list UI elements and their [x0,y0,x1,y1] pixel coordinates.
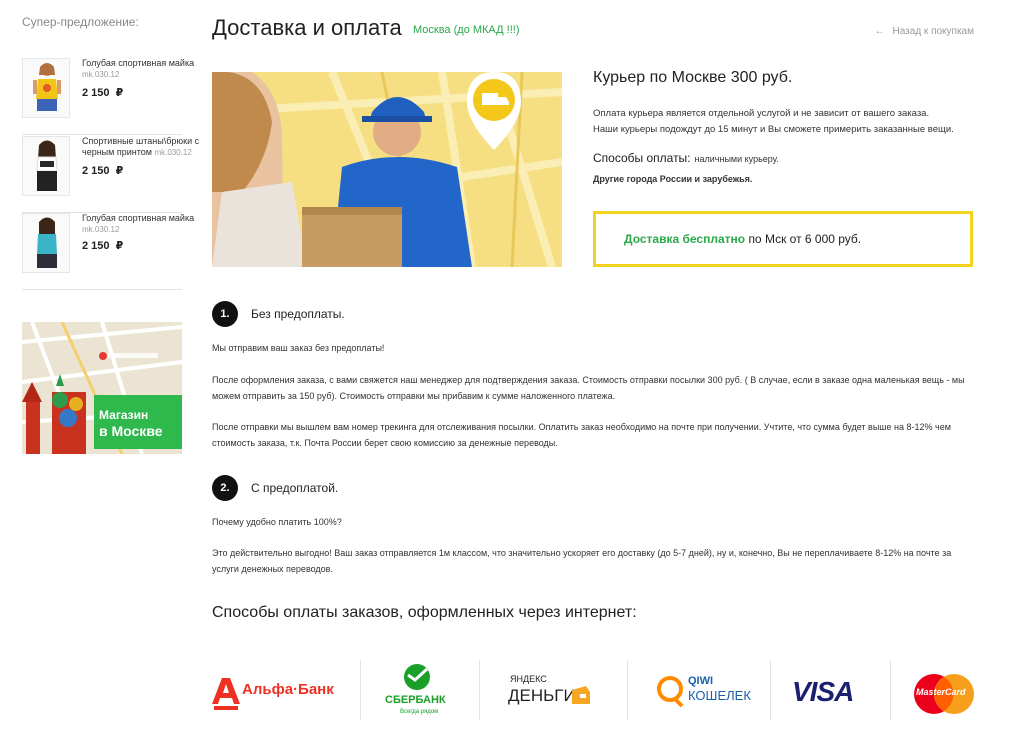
logo-divider [479,660,480,720]
step-title: С предоплатой. [251,481,339,495]
other-cities-note: Другие города России и зарубежья. [593,174,753,184]
store-map-banner[interactable]: Магазин в Москве [22,322,182,454]
step-2-paragraph: Почему удобно платить 100%? [212,517,342,527]
visa-name: VISA [792,676,854,707]
payment-systems-title: Способы оплаты заказов, оформленных чере… [212,604,637,621]
banner-text: Магазин в Москве [99,407,163,440]
sberbank-logo: СБЕРБАНК Всегда рядом [382,658,452,722]
logo-divider [360,660,361,720]
courier-desc-line-1: Оплата курьера является отдельной услуго… [593,108,930,119]
logo-divider [770,660,771,720]
step-number-badge: 2. [212,475,238,501]
ruble-icon: ₽ [115,165,124,177]
product-image[interactable] [22,58,70,118]
alfa-bank-logo: Альфа·Банк [212,658,342,722]
product-card[interactable]: Голубая спортивная майка mk.030.12 2 150… [22,213,194,290]
free-delivery-highlight: Доставка бесплатно [624,232,746,246]
product-name[interactable]: Голубая спортивная майка mk.030.12 [82,213,200,235]
step-1-paragraph: После отправки мы вышлем вам номер треки… [212,422,951,448]
free-delivery-condition: по Мск от 6 000 руб. [748,232,862,246]
product-image[interactable] [22,136,70,196]
city-selector[interactable]: Москва (до МКАД !!!) [413,24,519,36]
banner-line-1: Магазин [99,408,149,422]
yandex-money-logo: ЯНДЕКС ДЕНЬГИ [508,658,598,722]
back-link-label: Назад к покупкам [892,26,975,37]
product-name-text: Голубая спортивная майка [82,213,195,223]
step-2-paragraph: Это действительно выгодно! Ваш заказ отп… [212,548,952,574]
alfa-bank-name: Альфа·Банк [242,681,334,698]
product-card[interactable]: Спортивные штаны\брюки с черным принтом … [22,136,199,213]
page-title: Доставка и оплата [212,15,402,40]
banner-line-2: в Москве [99,423,163,439]
product-name[interactable]: Голубая спортивная майка mk.030.12 [82,58,200,80]
step-title: Без предоплаты. [251,307,345,321]
free-delivery-text: Доставка бесплатно по Мск от 6 000 руб. [624,232,861,246]
price-value: 2 150 [82,240,110,252]
courier-title: Курьер по Москве 300 руб. [593,69,793,86]
free-delivery-box: Доставка бесплатно по Мск от 6 000 руб. [593,211,973,267]
product-price: 2 150 ₽ [82,164,123,177]
courier-desc-line-2: Наши курьеры подождут до 15 минут и Вы с… [593,124,954,135]
logo-divider [627,660,628,720]
product-name-text: Голубая спортивная майка [82,58,195,68]
mastercard-name: MasterCard [916,687,966,697]
courier-description: Оплата курьера является отдельной услуго… [593,106,973,138]
price-value: 2 150 [82,165,110,177]
product-price: 2 150 ₽ [82,86,123,99]
super-offer-title: Супер-предложение: [22,15,139,29]
product-card[interactable]: Голубая спортивная майка mk.030.12 2 150… [22,58,194,135]
product-price: 2 150 ₽ [82,239,123,252]
qiwi-logo: QIWI КОШЕЛЕК [656,658,756,722]
payment-methods-value: наличными курьеру. [694,154,779,164]
sberbank-slogan: Всегда рядом [400,709,439,715]
ruble-icon: ₽ [115,87,124,99]
back-to-shopping-link[interactable]: ← Назад к покупкам [875,26,975,37]
yandex-label: ЯНДЕКС [510,674,547,684]
payment-methods-line: Способы оплаты: наличными курьеру. [593,151,779,165]
yandex-money-name: ДЕНЬГИ [508,686,576,705]
step-1-paragraph: Мы отправим ваш заказ без предоплаты! [212,343,385,353]
step-number-badge: 1. [212,301,238,327]
product-sku: mk.030.12 [154,148,192,157]
product-sku: mk.030.12 [82,70,120,79]
product-image[interactable] [22,213,70,273]
courier-hero-image [212,72,562,267]
logo-divider [890,660,891,720]
qiwi-name: QIWI [688,675,714,687]
price-value: 2 150 [82,87,110,99]
mastercard-logo: MasterCard [912,658,976,722]
payment-methods-label: Способы оплаты: [593,151,691,165]
ruble-icon: ₽ [115,240,124,252]
step-1-paragraph: После оформления заказа, с вами свяжется… [212,375,965,401]
product-sku: mk.030.12 [82,225,120,234]
visa-logo: VISA [790,658,870,722]
qiwi-wallet: КОШЕЛЕК [688,688,751,703]
payment-logos-row: Альфа·Банк СБЕРБАНК Всегда рядом ЯНДЕКС … [190,658,990,722]
arrow-left-icon: ← [874,26,885,37]
product-name[interactable]: Спортивные штаны\брюки с черным принтом … [82,136,200,158]
sberbank-name: СБЕРБАНК [385,694,446,706]
